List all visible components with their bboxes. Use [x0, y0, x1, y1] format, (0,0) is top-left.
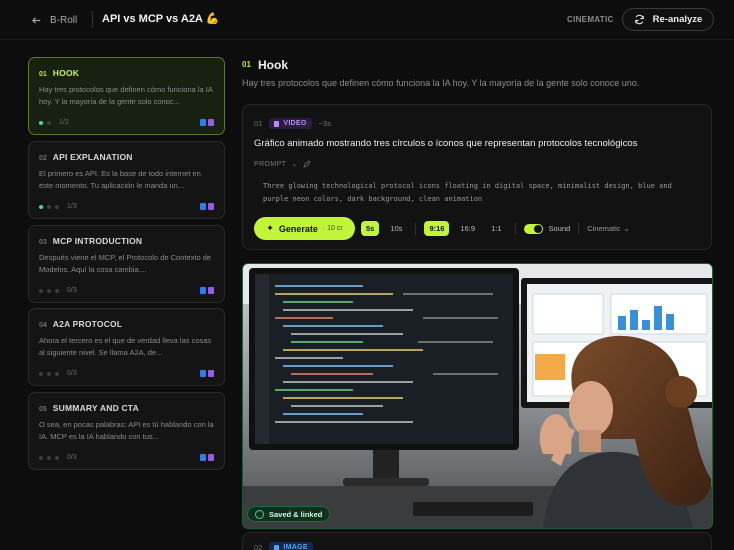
image-badge-icon — [200, 370, 206, 377]
video-badge-icon — [208, 203, 214, 210]
prompt-toggle[interactable]: PROMPT ⌄ — [254, 160, 311, 168]
image-badge-icon — [200, 119, 206, 126]
divider — [578, 222, 580, 235]
video-badge-icon — [208, 287, 214, 294]
duration-option-10s[interactable]: 10s — [385, 221, 407, 236]
sparkle-icon: ✦ — [266, 223, 274, 233]
progress-dots — [39, 288, 59, 293]
chevron-down-icon: ⌄ — [291, 161, 298, 168]
section-title: HOOK — [52, 68, 80, 78]
section-card-hook[interactable]: 01 HOOK Hay tres protocolos que definen c… — [28, 57, 225, 135]
image-badge-icon — [200, 203, 206, 210]
section-card-a2a-protocol[interactable]: 04 A2A PROTOCOL Ahora el tercero es el qu… — [28, 308, 225, 386]
section-title: SUMMARY AND CTA — [52, 403, 139, 413]
section-excerpt: Hay tres protocolos que definen cómo fun… — [39, 85, 213, 106]
shot-number: 02 — [254, 543, 263, 550]
section-excerpt: O sea, en pocas palabras: API es tú habl… — [39, 420, 214, 441]
progress-dots — [39, 455, 59, 460]
section-number: 03 — [39, 239, 47, 246]
section-heading: Hook — [258, 58, 288, 72]
progress-count: 1/3 — [67, 203, 77, 210]
office-scene-image — [243, 264, 712, 528]
section-title: A2A PROTOCOL — [52, 319, 123, 329]
reanalyze-button[interactable]: Re-analyze — [622, 8, 714, 31]
video-badge-icon — [208, 119, 214, 126]
section-number: 01 — [39, 71, 47, 78]
progress-count: 1/2 — [59, 119, 69, 126]
check-circle-icon — [255, 509, 264, 519]
section-excerpt: Después viene el MCP, el Protocolo de Co… — [39, 253, 212, 274]
section-excerpt: Ahora el tercero es el que de verdad lle… — [39, 336, 212, 357]
progress-count: 0/3 — [67, 287, 77, 294]
image-icon — [274, 544, 280, 550]
progress-count: 0/3 — [67, 370, 77, 377]
back-button[interactable]: B-Roll — [31, 12, 81, 28]
image-badge-icon — [200, 454, 206, 461]
section-number: 05 — [39, 406, 47, 413]
sound-label: Sound — [548, 224, 571, 233]
progress-dots — [39, 204, 59, 209]
generate-button[interactable]: ✦ Generate · 10 cr — [254, 217, 355, 240]
duration-option-5s[interactable]: 5s — [361, 221, 380, 236]
section-card-mcp-introduction[interactable]: 03 MCP INTRODUCTION Después viene el MCP,… — [28, 225, 225, 303]
shot-duration: ~3s — [318, 119, 331, 128]
progress-dots — [39, 371, 59, 376]
section-card-summary-and-cta[interactable]: 05 SUMMARY AND CTA O sea, en pocas palabr… — [28, 392, 225, 470]
ratio-option-9-16[interactable]: 9:16 — [424, 221, 450, 236]
image-badge-icon — [200, 287, 206, 294]
divider — [415, 222, 417, 235]
section-excerpt: El primero es API. Es la base de todo in… — [39, 169, 201, 190]
back-label: B-Roll — [50, 14, 78, 26]
ratio-option-16-9[interactable]: 16:9 — [455, 221, 480, 236]
section-number: 01 — [242, 60, 251, 69]
refresh-icon — [634, 14, 644, 25]
sound-toggle[interactable] — [523, 223, 543, 234]
project-title: API vs MCP vs A2A 💪 — [102, 13, 220, 25]
arrow-left-icon — [31, 16, 41, 24]
chevron-down-icon: ⌄ — [623, 224, 630, 233]
shot-description: Gráfico animado mostrando tres círculos … — [254, 138, 638, 149]
section-number: 02 — [39, 155, 47, 162]
image-type-badge: IMAGE — [269, 542, 313, 550]
video-badge-icon — [208, 454, 214, 461]
style-indicator: CINEMATIC — [567, 15, 614, 24]
video-badge-icon — [208, 370, 214, 377]
shot-number: 01 — [254, 119, 263, 128]
edit-icon[interactable] — [302, 160, 311, 168]
section-number: 04 — [39, 322, 47, 329]
top-bar: B-Roll API vs MCP vs A2A 💪 CINEMATIC Re-… — [0, 0, 734, 40]
shot-panel: 02 IMAGE — [242, 532, 712, 550]
divider — [514, 222, 516, 235]
header-divider — [92, 11, 93, 28]
section-card-api-explanation[interactable]: 02 API EXPLANATION El primero es API. Es … — [28, 141, 225, 219]
generated-image-preview[interactable] — [242, 263, 713, 529]
video-icon — [274, 120, 280, 127]
section-title: MCP INTRODUCTION — [52, 236, 143, 246]
shot-panel: 01 VIDEO ~3s Gráfico animado mostrando t… — [242, 104, 712, 250]
prompt-text: Three glowing technological protocol ico… — [263, 182, 672, 203]
reanalyze-label: Re-analyze — [652, 14, 703, 25]
section-title: API EXPLANATION — [52, 152, 133, 162]
video-type-badge: VIDEO — [269, 118, 312, 129]
style-select[interactable]: Cinematic ⌄ — [587, 224, 630, 233]
section-script-text: Hay tres protocolos que definen cómo fun… — [242, 78, 640, 88]
progress-dots — [39, 120, 51, 125]
progress-count: 0/3 — [67, 454, 77, 461]
saved-status-badge: Saved & linked — [247, 506, 331, 522]
ratio-option-1-1[interactable]: 1:1 — [486, 221, 506, 236]
